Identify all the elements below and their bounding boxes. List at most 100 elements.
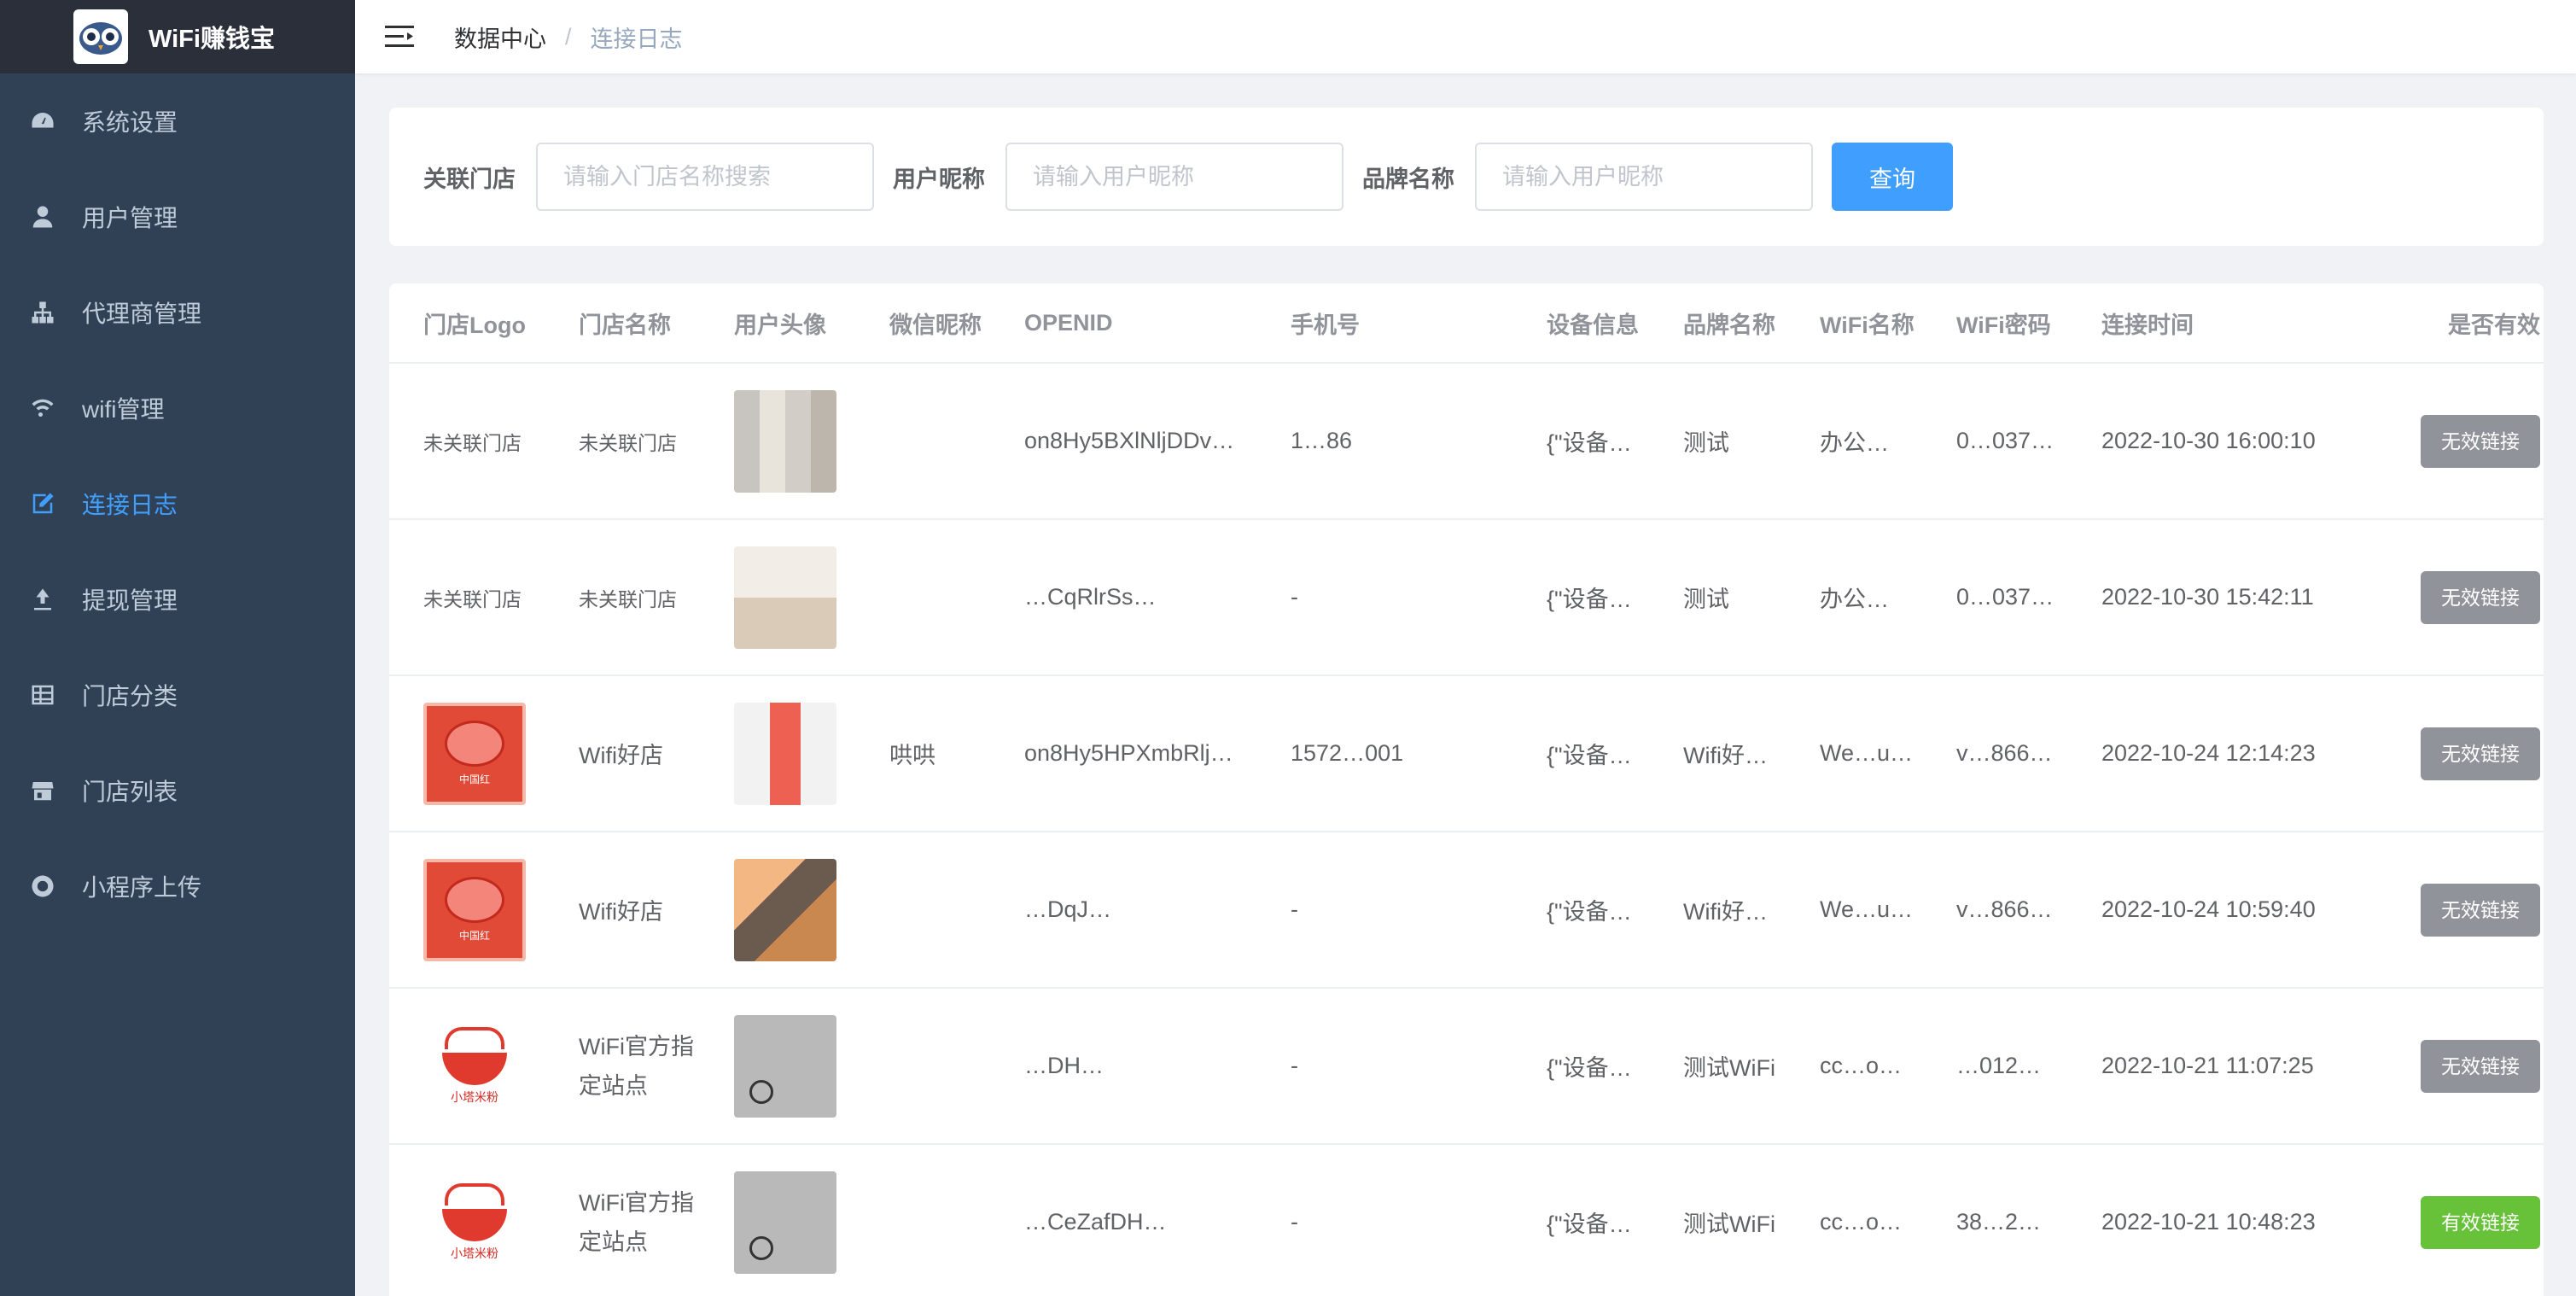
wifi-password: v…866…: [1956, 740, 2053, 766]
phone: -: [1291, 584, 1298, 610]
store-logo-placeholder: 未关联门店: [423, 587, 522, 610]
wifi-name: cc…o…: [1820, 1053, 1903, 1078]
wifi-name: cc…o…: [1820, 1209, 1903, 1235]
sidebar-item-agent-management[interactable]: 代理商管理: [0, 265, 355, 360]
openid: …CeZafDH…: [1024, 1209, 1167, 1235]
store-name: 未关联门店: [579, 431, 677, 454]
query-button[interactable]: 查询: [1832, 143, 1953, 211]
invalid-link-button[interactable]: 无效链接: [2421, 570, 2540, 624]
sidebar-item-label: 门店分类: [82, 683, 178, 709]
menu-fold-icon[interactable]: [382, 20, 417, 54]
store-icon: [29, 777, 56, 804]
top-header: 数据中心 / 连接日志: [355, 0, 2576, 73]
invalid-link-button[interactable]: 无效链接: [2421, 414, 2540, 468]
valid-cell: 有效链接: [2378, 1195, 2540, 1249]
openid: …DH…: [1024, 1053, 1104, 1078]
store-name: 未关联门店: [579, 587, 677, 610]
store-name: WiFi官方指定站点: [579, 1189, 694, 1255]
column-header: 微信昵称: [889, 312, 982, 338]
table-row: 中国红 Wifi好店 …DqJ… - {"设备… Wifi好… We…u… v……: [389, 832, 2544, 989]
sidebar-item-label: 连接日志: [82, 492, 178, 518]
brand-name: 测试WiFi: [1683, 1211, 1775, 1237]
wifi-name: We…u…: [1820, 896, 1914, 922]
breadcrumb-separator: /: [565, 23, 572, 50]
valid-cell: 无效链接: [2378, 570, 2540, 624]
sidebar-item-wifi-management[interactable]: wifi管理: [0, 360, 355, 456]
sidebar-item-system-settings[interactable]: 系统设置: [0, 73, 355, 169]
connect-time: 2022-10-24 10:59:40: [2101, 896, 2316, 922]
noodle-store-logo-icon: 小塔米粉: [423, 1170, 526, 1274]
sidebar-item-label: 系统设置: [82, 109, 178, 136]
brand-name: 测试: [1683, 587, 1729, 612]
store-filter-label: 关联门店: [423, 166, 516, 192]
noodle-store-logo-icon: 小塔米粉: [423, 1014, 526, 1118]
table-row: 未关联门店 未关联门店 …CqRlrSs… - {"设备… 测试 办公… 0…0…: [389, 520, 2544, 676]
store-name: WiFi官方指定站点: [579, 1033, 694, 1099]
invalid-link-button[interactable]: 无效链接: [2421, 727, 2540, 780]
connect-time: 2022-10-30 16:00:10: [2101, 428, 2316, 453]
sidebar-item-miniprogram-upload[interactable]: 小程序上传: [0, 838, 355, 934]
sidebar-item-withdraw-management[interactable]: 提现管理: [0, 552, 355, 647]
sidebar-item-connection-log[interactable]: 连接日志: [0, 456, 355, 552]
user-icon: [29, 203, 56, 231]
avatar: [734, 1014, 836, 1118]
pig-store-logo-icon: 中国红: [423, 702, 526, 805]
wechat-nickname: 哄哄: [889, 743, 935, 768]
table-row: 未关联门店 未关联门店 on8Hy5BXlNljDDv… 1…86 {"设备… …: [389, 364, 2544, 520]
avatar: [734, 858, 836, 961]
valid-cell: 无效链接: [2378, 883, 2540, 937]
store-name: Wifi好店: [579, 743, 663, 768]
sidebar-item-user-management[interactable]: 用户管理: [0, 169, 355, 265]
sidebar-menu: 系统设置 用户管理 代理商管理 wifi管理 连接日志 提现管理 门店分类 门店…: [0, 73, 355, 934]
avatar: [734, 546, 836, 649]
store-search-input[interactable]: [536, 143, 874, 211]
edit-log-icon: [29, 490, 56, 517]
logo-bar: WiFi赚钱宝: [0, 0, 355, 73]
nickname-filter-label: 用户昵称: [893, 166, 985, 192]
sidebar-item-label: wifi管理: [82, 396, 165, 423]
brand-search-input[interactable]: [1475, 143, 1813, 211]
nickname-search-input[interactable]: [1005, 143, 1343, 211]
column-header: 用户头像: [734, 312, 826, 338]
store-logo-placeholder: 未关联门店: [423, 431, 522, 454]
avatar-cell: [700, 546, 855, 649]
wifi-password: 0…037…: [1956, 428, 2054, 453]
valid-cell: 无效链接: [2378, 1039, 2540, 1093]
openid: on8Hy5HPXmbRlj…: [1024, 740, 1233, 766]
invalid-link-button[interactable]: 无效链接: [2421, 883, 2540, 937]
sidebar-item-store-list[interactable]: 门店列表: [0, 743, 355, 838]
column-header: 是否有效: [2448, 312, 2540, 338]
search-panel: 关联门店 用户昵称 品牌名称 查询: [389, 108, 2544, 246]
valid-link-button[interactable]: 有效链接: [2421, 1195, 2540, 1249]
avatar-cell: [700, 858, 855, 961]
valid-cell: 无效链接: [2378, 414, 2540, 468]
wifi-password: …012…: [1956, 1053, 2042, 1078]
breadcrumb-root[interactable]: 数据中心: [454, 20, 546, 54]
column-header: 手机号: [1291, 312, 1360, 338]
sidebar: WiFi赚钱宝 系统设置 用户管理 代理商管理 wifi管理 连接日志 提现管理: [0, 0, 355, 1296]
brand-name: 测试WiFi: [1683, 1055, 1775, 1081]
store-logo-cell: 中国红: [389, 858, 545, 961]
phone: 1572…001: [1291, 740, 1404, 766]
sidebar-item-store-category[interactable]: 门店分类: [0, 647, 355, 743]
app-title: WiFi赚钱宝: [149, 26, 275, 53]
brand-name: Wifi好…: [1683, 899, 1768, 925]
table-row: 小塔米粉 WiFi官方指定站点 …DH… - {"设备… 测试WiFi cc…o…: [389, 989, 2544, 1145]
avatar: [734, 389, 836, 493]
column-header: WiFi密码: [1956, 312, 2051, 338]
withdraw-icon: [29, 586, 56, 613]
column-header: 连接时间: [2101, 312, 2194, 338]
wifi-icon: [29, 394, 56, 422]
org-tree-icon: [29, 299, 56, 326]
table-header: 门店Logo 门店名称 用户头像 微信昵称 OPENID 手机号 设备信息 品牌…: [389, 283, 2544, 364]
openid: …DqJ…: [1024, 896, 1112, 922]
store-logo-cell: 小塔米粉: [389, 1170, 545, 1274]
device-info: {"设备…: [1547, 1055, 1632, 1081]
column-header: OPENID: [1024, 309, 1113, 336]
invalid-link-button[interactable]: 无效链接: [2421, 1039, 2540, 1093]
device-info: {"设备…: [1547, 430, 1632, 456]
valid-cell: 无效链接: [2378, 727, 2540, 780]
store-logo-cell: 小塔米粉: [389, 1014, 545, 1118]
table-row: 小塔米粉 WiFi官方指定站点 …CeZafDH… - {"设备… 测试WiFi…: [389, 1145, 2544, 1296]
wifi-password: 38…2…: [1956, 1209, 2042, 1235]
